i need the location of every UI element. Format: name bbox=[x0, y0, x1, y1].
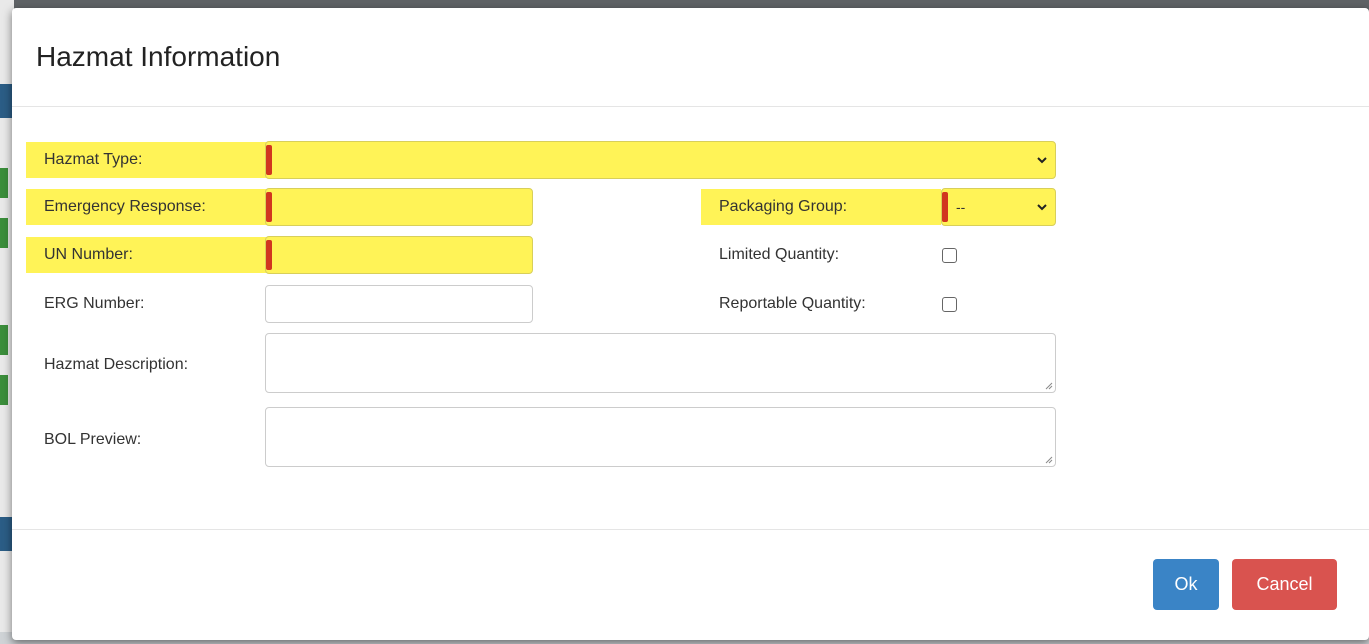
packaging-group-select[interactable]: -- bbox=[941, 188, 1056, 226]
resize-grip-icon[interactable] bbox=[1044, 381, 1053, 390]
required-marker bbox=[266, 145, 272, 175]
dialog-header: Hazmat Information bbox=[12, 8, 1369, 107]
emergency-response-input[interactable] bbox=[265, 188, 533, 226]
ok-button[interactable]: Ok bbox=[1153, 559, 1219, 610]
chevron-down-icon bbox=[1037, 204, 1047, 211]
limited-quantity-checkbox[interactable] bbox=[942, 248, 957, 263]
reportable-quantity-checkbox[interactable] bbox=[942, 297, 957, 312]
emergency-response-label: Emergency Response: bbox=[26, 189, 266, 225]
hazmat-dialog: Hazmat Information Hazmat Type: Emergenc… bbox=[12, 8, 1369, 640]
bol-preview-label: BOL Preview: bbox=[44, 431, 142, 448]
un-number-label: UN Number: bbox=[26, 237, 266, 273]
background-app-marker bbox=[0, 325, 8, 355]
erg-number-label: ERG Number: bbox=[44, 295, 145, 312]
dialog-title: Hazmat Information bbox=[36, 41, 281, 72]
packaging-group-value: -- bbox=[956, 199, 966, 215]
chevron-down-icon bbox=[1037, 157, 1047, 164]
hazmat-type-label: Hazmat Type: bbox=[26, 142, 266, 178]
required-marker bbox=[942, 192, 948, 222]
hazmat-description-textarea[interactable] bbox=[265, 333, 1056, 393]
required-marker bbox=[266, 240, 272, 270]
hazmat-type-select[interactable] bbox=[265, 141, 1056, 179]
background-app-marker bbox=[0, 168, 8, 198]
bol-preview-textarea[interactable] bbox=[265, 407, 1056, 467]
limited-quantity-label: Limited Quantity: bbox=[719, 246, 840, 263]
background-app-marker bbox=[0, 375, 8, 405]
resize-grip-icon[interactable] bbox=[1044, 455, 1053, 464]
reportable-quantity-label: Reportable Quantity: bbox=[719, 295, 866, 312]
erg-number-input[interactable] bbox=[265, 285, 533, 323]
background-app-marker bbox=[0, 218, 8, 248]
packaging-group-label: Packaging Group: bbox=[701, 189, 941, 225]
un-number-input[interactable] bbox=[265, 236, 533, 274]
cancel-button[interactable]: Cancel bbox=[1232, 559, 1337, 610]
required-marker bbox=[266, 192, 272, 222]
hazmat-description-label: Hazmat Description: bbox=[44, 356, 189, 373]
